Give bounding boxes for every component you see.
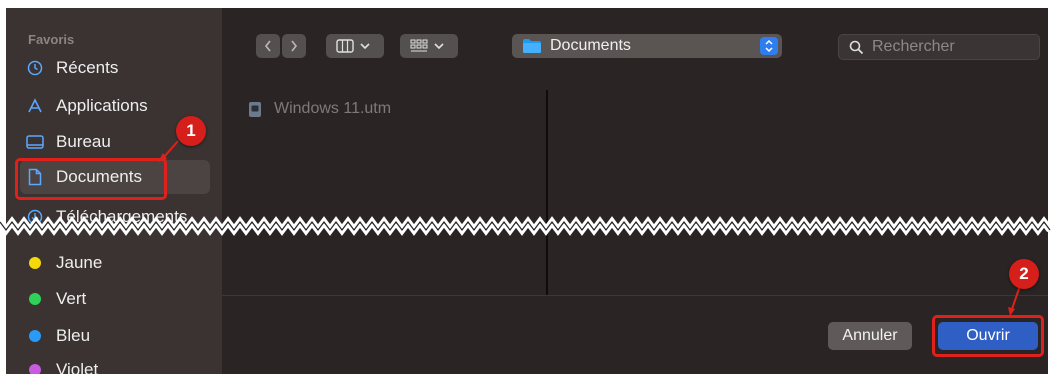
- file-item[interactable]: Windows 11.utm: [248, 100, 391, 118]
- green-tag-dot-icon: [29, 293, 41, 305]
- annotation-highlight-documents: [15, 158, 167, 200]
- folder-icon: [522, 38, 542, 54]
- forward-button[interactable]: [282, 34, 306, 58]
- column-divider[interactable]: [546, 90, 548, 295]
- columns-view-icon: [336, 39, 370, 53]
- sidebar-tag-label: Violet: [56, 360, 99, 374]
- sidebar-tag-violet[interactable]: Violet: [20, 353, 210, 374]
- cancel-label: Annuler: [842, 327, 898, 344]
- cancel-button[interactable]: Annuler: [828, 322, 912, 350]
- file-name: Windows 11.utm: [274, 100, 392, 117]
- clock-icon: [26, 59, 44, 77]
- desktop-icon: [26, 133, 44, 151]
- updown-chevron-icon: [760, 37, 778, 55]
- chevron-right-icon: [291, 40, 298, 52]
- chevron-left-icon: [264, 40, 271, 52]
- sidebar-tag-bleu[interactable]: Bleu: [20, 319, 210, 353]
- sidebar: Favoris Récents Applications Bureau Docu…: [6, 8, 222, 374]
- annotation-highlight-open: [932, 315, 1044, 357]
- step-1-badge: 1: [176, 116, 206, 146]
- grid-group-icon: [410, 39, 444, 52]
- sidebar-item-label: Récents: [56, 58, 119, 77]
- group-button[interactable]: [400, 34, 458, 58]
- location-popup[interactable]: Documents: [512, 34, 782, 58]
- sidebar-tag-label: Bleu: [56, 326, 91, 345]
- yellow-tag-dot-icon: [29, 257, 41, 269]
- sidebar-tag-jaune[interactable]: Jaune: [20, 246, 210, 280]
- footer-divider: [222, 295, 1048, 296]
- back-button[interactable]: [256, 34, 280, 58]
- search-icon: [849, 40, 864, 55]
- purple-tag-dot-icon: [29, 364, 41, 374]
- sidebar-tag-vert[interactable]: Vert: [20, 282, 210, 316]
- file-browser: Documents Windows 11.utm Annuler Ouvrir: [222, 8, 1048, 374]
- view-mode-button[interactable]: [326, 34, 384, 58]
- sidebar-item-label: Bureau: [56, 132, 111, 151]
- open-file-dialog: Favoris Récents Applications Bureau Docu…: [6, 8, 1048, 374]
- blue-tag-dot-icon: [29, 330, 41, 342]
- step-2-badge: 2: [1009, 259, 1039, 289]
- sidebar-item-label: Applications: [56, 96, 148, 115]
- utm-file-icon: [248, 101, 262, 118]
- applications-icon: [26, 97, 44, 115]
- torn-edge-separator: [0, 216, 1053, 236]
- sidebar-tag-label: Jaune: [56, 253, 103, 272]
- sidebar-section-title: Favoris: [28, 32, 75, 47]
- sidebar-item-recents[interactable]: Récents: [20, 51, 210, 85]
- location-label: Documents: [550, 37, 631, 54]
- search-field[interactable]: [838, 34, 1040, 60]
- sidebar-tag-label: Vert: [56, 289, 87, 308]
- search-input[interactable]: [870, 37, 1034, 57]
